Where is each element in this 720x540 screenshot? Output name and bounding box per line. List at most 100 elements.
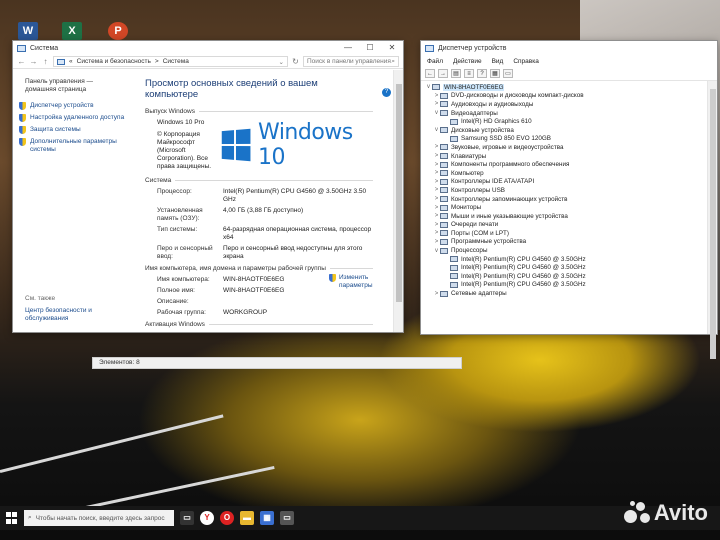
tree-node-label: Мониторы	[451, 204, 482, 212]
device-manager-title: Диспетчер устройств	[438, 44, 507, 52]
tree-node[interactable]: > Контроллеры IDE ATA/ATAPI	[425, 178, 703, 187]
system-app-icon[interactable]: ▭	[280, 511, 294, 525]
chevron-right-icon[interactable]: >	[433, 196, 440, 202]
sidebar-item-device-manager[interactable]: Диспетчер устройств	[19, 102, 125, 110]
chevron-right-icon[interactable]: >	[433, 93, 440, 99]
monitor-icon[interactable]: ▭	[503, 69, 513, 78]
chevron-right-icon[interactable]: >	[433, 222, 440, 228]
sidebar-home-link[interactable]: Панель управления — домашняя страница	[19, 78, 125, 94]
chevron-right-icon[interactable]: >	[433, 187, 440, 193]
maximize-button[interactable]: ☐	[359, 41, 381, 55]
forward-arrow-icon[interactable]: →	[438, 69, 448, 78]
tree-node[interactable]: Intel(R) Pentium(R) CPU G4560 @ 3.50GHz	[425, 255, 703, 264]
tree-node[interactable]: Intel(R) Pentium(R) CPU G4560 @ 3.50GHz	[425, 281, 703, 290]
file-explorer-icon[interactable]: ▬	[240, 511, 254, 525]
tree-node[interactable]: v Дисковые устройства	[425, 126, 703, 135]
list-icon[interactable]: ≡	[464, 69, 474, 78]
device-manager-titlebar[interactable]: Диспетчер устройств	[421, 41, 717, 55]
tree-node-label: Intel(R) Pentium(R) CPU G4560 @ 3.50GHz	[461, 264, 586, 272]
tree-node[interactable]: > Мониторы	[425, 203, 703, 212]
device-icon	[440, 110, 448, 117]
help-icon[interactable]: ?	[477, 69, 487, 78]
tree-node[interactable]: > Мыши и иные указывающие устройства	[425, 212, 703, 221]
chevron-down-icon[interactable]: v	[433, 127, 440, 133]
breadcrumb-system[interactable]: Система	[163, 58, 189, 65]
tree-node[interactable]: v Процессоры	[425, 246, 703, 255]
menu-file[interactable]: Файл	[427, 58, 443, 65]
chevron-down-icon[interactable]: v	[433, 248, 440, 254]
search-input[interactable]: Поиск в панели управления ⌕	[303, 56, 399, 67]
yandex-browser-icon[interactable]: Y	[200, 511, 214, 525]
chevron-right-icon[interactable]: >	[433, 170, 440, 176]
close-button[interactable]: ✕	[381, 41, 403, 55]
chevron-right-icon[interactable]: >	[433, 179, 440, 185]
back-arrow-icon[interactable]: ←	[425, 69, 435, 78]
menu-action[interactable]: Действие	[453, 58, 482, 65]
opera-icon[interactable]: O	[220, 511, 234, 525]
word-desktop-icon[interactable]: W	[18, 22, 38, 40]
tree-node[interactable]: > DVD-дисководы и дисководы компакт-диско…	[425, 92, 703, 101]
tree-node[interactable]: > Аудиовходы и аудиовыходы	[425, 100, 703, 109]
address-box[interactable]: « Система и безопасность > Система ⌄	[53, 56, 288, 67]
chevron-right-icon[interactable]: >	[433, 230, 440, 236]
properties-icon[interactable]: ▤	[451, 69, 461, 78]
system-scrollbar[interactable]	[393, 70, 403, 332]
help-icon[interactable]: ?	[382, 88, 391, 97]
tree-node[interactable]: Intel(R) Pentium(R) CPU G4560 @ 3.50GHz	[425, 263, 703, 272]
chevron-right-icon[interactable]: >	[433, 239, 440, 245]
tree-node[interactable]: > Контроллеры запоминающих устройств	[425, 195, 703, 204]
menu-help[interactable]: Справка	[513, 58, 539, 65]
chevron-down-icon[interactable]: v	[425, 84, 432, 90]
tree-node[interactable]: > Контроллеры USB	[425, 186, 703, 195]
sidebar-item-system-protection[interactable]: Защита системы	[19, 126, 125, 134]
up-arrow-icon[interactable]: ↑	[41, 57, 50, 66]
minimize-button[interactable]: —	[337, 41, 359, 55]
chevron-right-icon[interactable]: >	[433, 144, 440, 150]
powerpoint-desktop-icon[interactable]: P	[108, 22, 128, 40]
details-icon[interactable]: ▦	[490, 69, 500, 78]
back-arrow-icon[interactable]: ←	[17, 57, 26, 66]
chevron-right-icon[interactable]: >	[433, 291, 440, 297]
info-key: Тип системы:	[157, 226, 198, 233]
refresh-icon[interactable]: ↻	[291, 57, 300, 66]
store-icon[interactable]: ▦	[260, 511, 274, 525]
tree-root[interactable]: v WIN-8HAOTF0E6EG	[425, 83, 703, 92]
change-settings-link[interactable]: Изменить параметры	[329, 274, 375, 290]
security-center-link[interactable]: Центр безопасности и обслуживания	[25, 307, 115, 323]
tree-node[interactable]: Intel(R) Pentium(R) CPU G4560 @ 3.50GHz	[425, 272, 703, 281]
chevron-right-icon[interactable]: >	[433, 213, 440, 219]
tree-node[interactable]: > Очереди печати	[425, 221, 703, 230]
tree-node[interactable]: > Клавиатуры	[425, 152, 703, 161]
start-windows-icon[interactable]	[6, 512, 18, 524]
tree-node[interactable]: Intel(R) HD Graphics 610	[425, 117, 703, 126]
excel-desktop-icon[interactable]: X	[62, 22, 82, 40]
device-tree-scrollbar[interactable]	[707, 81, 717, 359]
tree-node[interactable]: v Видеоадаптеры	[425, 109, 703, 118]
task-view-icon[interactable]: ▭	[180, 511, 194, 525]
scrollbar-thumb[interactable]	[710, 89, 716, 359]
chevron-right-icon[interactable]: >	[433, 205, 440, 211]
menu-view[interactable]: Вид	[492, 58, 504, 65]
tree-node[interactable]: Samsung SSD 850 EVO 120GB	[425, 135, 703, 144]
chevron-right-icon[interactable]: >	[433, 101, 440, 107]
sidebar-item-advanced-settings[interactable]: Дополнительные параметры системы	[19, 138, 125, 154]
tree-node[interactable]: > Порты (COM и LPT)	[425, 229, 703, 238]
tree-root-label: WIN-8HAOTF0E6EG	[443, 83, 505, 91]
tree-node[interactable]: > Компоненты программного обеспечения	[425, 160, 703, 169]
chevron-right-icon[interactable]: >	[433, 153, 440, 159]
tree-node[interactable]: > Звуковые, игровые и видеоустройства	[425, 143, 703, 152]
system-titlebar[interactable]: Система — ☐ ✕	[13, 41, 403, 55]
sidebar-item-remote-access[interactable]: Настройка удаленного доступа	[19, 114, 125, 122]
forward-arrow-icon[interactable]: →	[29, 57, 38, 66]
breadcrumb-separator: «	[69, 58, 73, 65]
chevron-down-icon[interactable]: v	[433, 110, 440, 116]
tree-node[interactable]: > Программные устройства	[425, 238, 703, 247]
tree-node[interactable]: > Сетевые адаптеры	[425, 289, 703, 298]
dropdown-chevron-icon[interactable]: ⌄	[279, 58, 284, 66]
change-settings-label: Изменить параметры	[339, 274, 373, 289]
tree-node[interactable]: > Компьютер	[425, 169, 703, 178]
taskbar-search-input[interactable]: ⌕ Чтобы начать поиск, введите здесь запр…	[24, 510, 174, 526]
scrollbar-thumb[interactable]	[396, 84, 402, 302]
breadcrumb-system-security[interactable]: Система и безопасность	[77, 58, 151, 65]
chevron-right-icon[interactable]: >	[433, 162, 440, 168]
